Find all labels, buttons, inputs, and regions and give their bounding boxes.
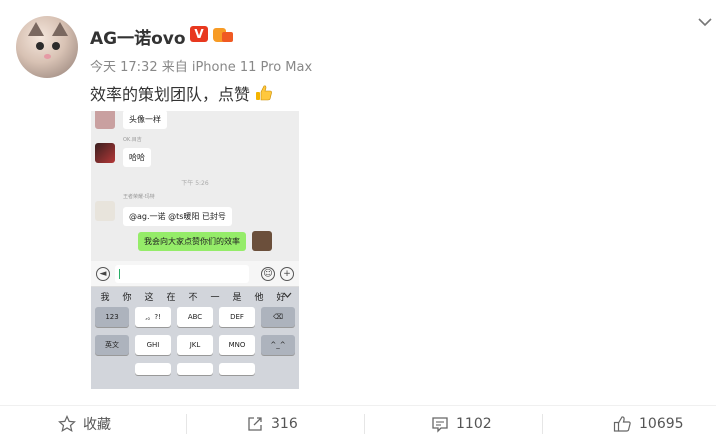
candidate[interactable]: 一 [207, 290, 223, 303]
candidate[interactable]: 这 [141, 290, 157, 303]
post-text-container: 效率的策划团队，点赞 [90, 81, 273, 105]
post-text: 效率的策划团队，点赞 [90, 85, 251, 104]
delete-key-icon[interactable]: ⌫ [261, 307, 295, 327]
chat-avatar [95, 200, 115, 221]
chat-time: 下午 5:26 [181, 180, 209, 187]
chat-avatar [95, 111, 115, 129]
key-def[interactable]: DEF [219, 307, 255, 327]
avatar-eye [52, 42, 60, 50]
repost-button[interactable]: 316 [246, 406, 298, 441]
chevron-down-icon[interactable] [283, 292, 292, 299]
add-icon[interactable]: + [280, 267, 294, 281]
key-emoji[interactable]: ^_^ [261, 335, 295, 355]
emoji-icon[interactable]: ☺ [261, 267, 275, 281]
chat-message-own: 我会向大家点赞你们的效率 [138, 231, 246, 251]
key-jkl[interactable]: JKL [177, 335, 213, 355]
keyboard: 我 你 这 在 不 一 是 他 好 123 ,。?! ABC DEF ⌫ 英文 … [91, 287, 299, 389]
chat-avatar [252, 231, 272, 251]
chevron-down-icon[interactable] [698, 17, 712, 27]
key-abc[interactable]: ABC [177, 307, 213, 327]
comment-button[interactable]: 1102 [431, 406, 492, 441]
thumbs-up-emoji-icon [256, 85, 273, 101]
chat-message: @ag.一诺 @ts暖阳 已封号 [123, 207, 232, 226]
candidate[interactable]: 在 [163, 290, 179, 303]
divider [542, 414, 543, 434]
chat-input[interactable] [115, 265, 249, 283]
comment-icon [432, 417, 448, 433]
avatar-ear [28, 22, 44, 36]
avatar-eye [36, 42, 44, 50]
key-partial[interactable] [177, 363, 213, 375]
comment-count: 1102 [456, 416, 492, 432]
user-avatar[interactable] [16, 16, 78, 78]
divider [186, 414, 187, 434]
like-button[interactable]: 10695 [613, 406, 684, 441]
chat-avatar [95, 142, 115, 163]
key-ghi[interactable]: GHI [135, 335, 171, 355]
avatar-nose [44, 54, 51, 59]
post-meta: 今天 17:32 来自 iPhone 11 Pro Max [90, 60, 313, 75]
key-lang[interactable]: 英文 [95, 335, 129, 355]
key-123[interactable]: 123 [95, 307, 129, 327]
candidate[interactable]: 你 [119, 290, 135, 303]
candidate[interactable]: 不 [185, 290, 201, 303]
fan-badge-icon[interactable] [213, 25, 233, 43]
chat-message: 头像一样 [123, 111, 167, 129]
candidate[interactable]: 是 [229, 290, 245, 303]
favorite-label: 收藏 [83, 417, 111, 433]
key-partial[interactable] [219, 363, 255, 375]
favorite-button[interactable]: 收藏 [58, 406, 111, 441]
star-icon [58, 415, 76, 433]
like-count: 10695 [639, 416, 684, 432]
key-punct[interactable]: ,。?! [135, 307, 171, 327]
repost-count: 316 [271, 416, 298, 432]
chat-input-bar: ◄ ☺ + [91, 261, 299, 287]
key-partial[interactable] [135, 363, 171, 375]
repost-icon [248, 417, 262, 431]
user-name[interactable]: AG一诺ovo [90, 24, 186, 49]
candidate[interactable]: 我 [97, 290, 113, 303]
key-mno[interactable]: MNO [219, 335, 255, 355]
voice-icon[interactable]: ◄ [96, 267, 110, 281]
action-bar: 收藏 316 1102 10695 [0, 405, 716, 441]
candidate-bar: 我 你 这 在 不 一 是 他 好 [91, 287, 299, 305]
divider [364, 414, 365, 434]
thumbs-up-icon [613, 416, 631, 432]
candidate[interactable]: 他 [251, 290, 267, 303]
avatar-ear [52, 22, 68, 36]
verified-badge-icon[interactable]: V [190, 26, 208, 42]
chat-message: 哈哈 [123, 148, 151, 167]
post-image[interactable]: 头像一样 OK.目吉 哈哈 下午 5:26 王者荣耀-玛特 @ag.一诺 @ts… [91, 111, 299, 389]
